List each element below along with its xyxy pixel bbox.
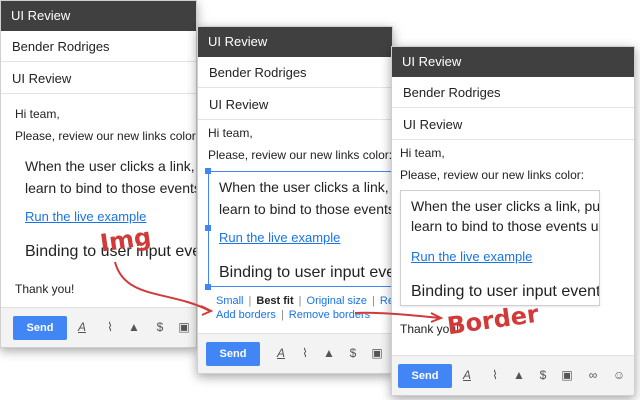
binding-heading: Binding to user input events bbox=[411, 283, 600, 300]
drive-icon[interactable]: ▲ bbox=[322, 346, 336, 360]
format-text-icon[interactable]: A bbox=[75, 320, 89, 334]
resize-handle-bottom-left[interactable] bbox=[205, 284, 211, 290]
resize-handle-top-left[interactable] bbox=[205, 168, 211, 174]
send-button[interactable]: Send bbox=[398, 364, 452, 388]
selected-quoted-image[interactable]: When the user clicks a link, pushes a le… bbox=[208, 171, 393, 287]
image-size-toolbar: Small|Best fit|Original size|Remove bbox=[216, 295, 392, 307]
compose-window-2: UI Review Bender Rodriges UI Review Hi t… bbox=[197, 26, 393, 374]
window-title: UI Review bbox=[198, 27, 392, 57]
quote-line-2: learn to bind to those events using th bbox=[219, 201, 393, 217]
request-text: Please, review our new links color: bbox=[15, 129, 197, 143]
greeting: Hi team, bbox=[15, 107, 60, 121]
attach-icon[interactable]: ⌇ bbox=[488, 368, 502, 382]
dollar-icon[interactable]: $ bbox=[153, 320, 167, 334]
quote-line-2: learn to bind to those events using th bbox=[25, 180, 197, 196]
photo-icon[interactable]: ▣ bbox=[177, 320, 191, 334]
drive-icon[interactable]: ▲ bbox=[127, 320, 141, 334]
window-title: UI Review bbox=[392, 47, 634, 77]
attach-icon[interactable]: ⌇ bbox=[103, 320, 117, 334]
subject-field[interactable]: UI Review bbox=[1, 63, 196, 94]
compose-window-3: UI Review Bender Rodriges UI Review Hi t… bbox=[391, 46, 635, 396]
bordered-quoted-image[interactable]: When the user clicks a link, pushes a le… bbox=[400, 190, 600, 306]
best-fit-option[interactable]: Best fit bbox=[256, 295, 293, 307]
window-title: UI Review bbox=[1, 1, 196, 31]
compose-toolbar: Send A ⌇ ▲ $ ▣ bbox=[198, 333, 392, 373]
request-text: Please, review our new links color: bbox=[208, 148, 393, 162]
add-borders-option[interactable]: Add borders bbox=[216, 309, 276, 321]
link-icon[interactable]: ∞ bbox=[586, 368, 600, 382]
small-size-option[interactable]: Small bbox=[216, 295, 244, 307]
photo-icon[interactable]: ▣ bbox=[370, 346, 384, 360]
remove-borders-option[interactable]: Remove borders bbox=[289, 309, 370, 321]
send-button[interactable]: Send bbox=[13, 316, 67, 340]
original-size-option[interactable]: Original size bbox=[307, 295, 368, 307]
from-field[interactable]: Bender Rodriges bbox=[198, 57, 392, 88]
emoji-icon[interactable]: ☺ bbox=[612, 368, 626, 382]
compose-toolbar: Send A ⌇ ▲ $ ▣ bbox=[1, 307, 196, 347]
image-border-toolbar: Add borders | Remove borders bbox=[216, 309, 371, 321]
live-example-link[interactable]: Run the live example bbox=[411, 249, 532, 264]
from-field[interactable]: Bender Rodriges bbox=[1, 31, 196, 62]
greeting: Hi team, bbox=[208, 126, 253, 140]
dollar-icon[interactable]: $ bbox=[536, 368, 550, 382]
from-field[interactable]: Bender Rodriges bbox=[392, 77, 634, 108]
photo-icon[interactable]: ▣ bbox=[560, 368, 574, 382]
live-example-link[interactable]: Run the live example bbox=[25, 209, 146, 224]
thanks-text: Thank you! bbox=[15, 282, 75, 296]
subject-field[interactable]: UI Review bbox=[392, 109, 634, 140]
drive-icon[interactable]: ▲ bbox=[512, 368, 526, 382]
dollar-icon[interactable]: $ bbox=[346, 346, 360, 360]
quote-line-1: When the user clicks a link, pushes a bbox=[25, 158, 196, 174]
attach-icon[interactable]: ⌇ bbox=[298, 346, 312, 360]
resize-handle-mid-left[interactable] bbox=[205, 225, 211, 231]
request-text: Please, review our new links color: bbox=[400, 168, 585, 182]
format-text-icon[interactable]: A bbox=[274, 346, 288, 360]
send-button[interactable]: Send bbox=[206, 342, 260, 366]
subject-field[interactable]: UI Review bbox=[198, 89, 392, 120]
quote-line-1: When the user clicks a link, pushes a bbox=[411, 198, 600, 214]
binding-heading: Binding to user input events bbox=[219, 264, 393, 281]
format-text-icon[interactable]: A bbox=[460, 368, 474, 382]
quote-line-2: learn to bind to those events using th bbox=[411, 218, 599, 234]
greeting: Hi team, bbox=[400, 146, 445, 160]
quote-line-1: When the user clicks a link, pushes a bbox=[219, 179, 392, 195]
compose-window-1: UI Review Bender Rodriges UI Review Hi t… bbox=[0, 0, 197, 348]
compose-toolbar: Send A ⌇ ▲ $ ▣ ∞ ☺ bbox=[392, 355, 634, 395]
live-example-link[interactable]: Run the live example bbox=[219, 230, 340, 245]
